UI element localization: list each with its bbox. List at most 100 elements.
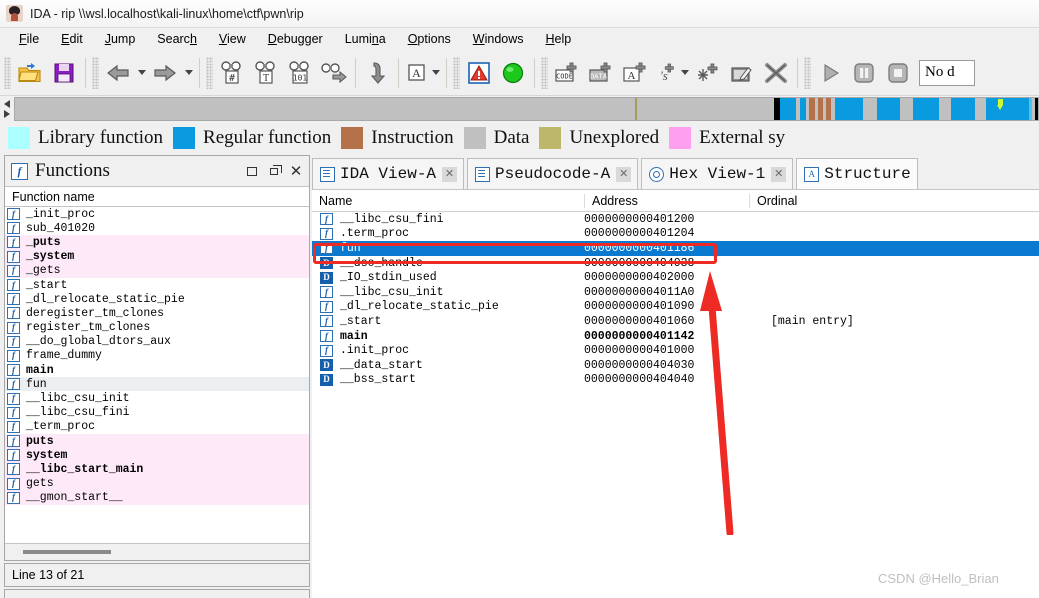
function-list-item[interactable]: f __libc_csu_fini <box>5 406 309 420</box>
debugger-selector[interactable]: No d <box>919 59 975 86</box>
function-list-item[interactable]: f _gets <box>5 263 309 278</box>
open-file-icon[interactable] <box>13 54 47 92</box>
navigate-forward-dropdown-icon[interactable] <box>182 54 195 92</box>
function-list-item[interactable]: f __do_global_dtors_aux <box>5 335 309 349</box>
functions-column-header[interactable]: Function name <box>5 186 309 207</box>
function-list-item[interactable]: f frame_dummy <box>5 349 309 363</box>
edit-function-icon[interactable] <box>725 54 759 92</box>
navigation-band[interactable] <box>14 97 1039 121</box>
navigate-back-icon[interactable] <box>101 54 135 92</box>
table-row[interactable]: f __libc_csu_fini 0000000000401200 <box>312 212 1039 227</box>
jump-down-icon[interactable] <box>360 54 394 92</box>
ascii-string-icon[interactable]: A <box>403 54 429 92</box>
table-row[interactable]: f _start 0000000000401060 [main entry] <box>312 314 1039 329</box>
navigate-forward-icon[interactable] <box>148 54 182 92</box>
menu-jump[interactable]: Jump <box>94 30 147 48</box>
table-row[interactable]: f main 0000000000401142 <box>312 329 1039 344</box>
restore-button[interactable] <box>263 160 285 182</box>
function-list-item[interactable]: f system <box>5 448 309 463</box>
menu-edit[interactable]: Edit <box>50 30 94 48</box>
make-data-icon[interactable]: DATA <box>584 54 618 92</box>
make-struct-icon[interactable] <box>691 54 725 92</box>
nav-right-arrow-icon[interactable] <box>4 110 10 118</box>
functions-list[interactable]: f _init_proc f sub_401020 f _puts f _system f _ge… <box>5 207 309 543</box>
tab-ida-view-a[interactable]: IDA View-A ✕ <box>312 158 465 189</box>
green-run-icon[interactable] <box>496 54 530 92</box>
toolbar-grip-search[interactable] <box>206 56 213 89</box>
table-row[interactable]: D _IO_stdin_used 0000000000402000 <box>312 270 1039 285</box>
table-row[interactable]: D __data_start 0000000000404030 <box>312 358 1039 373</box>
table-row[interactable]: f fun 0000000000401186 <box>312 241 1039 256</box>
menu-help[interactable]: Help <box>535 30 583 48</box>
tab-label: Pseudocode-A <box>495 165 611 183</box>
make-ascii-icon[interactable]: A <box>618 54 652 92</box>
menu-debugger[interactable]: Debugger <box>257 30 334 48</box>
make-struct-var-dropdown-icon[interactable] <box>678 54 691 92</box>
function-list-item[interactable]: f __libc_csu_init <box>5 391 309 405</box>
function-list-item[interactable]: f fun <box>5 377 309 392</box>
function-list-item[interactable]: f _start <box>5 278 309 292</box>
column-header-ordinal[interactable]: Ordinal <box>749 193 949 208</box>
function-list-item[interactable]: f register_tm_clones <box>5 321 309 335</box>
table-row[interactable]: f .init_proc 0000000000401000 <box>312 343 1039 358</box>
function-list-item[interactable]: f __gmon_start__ <box>5 490 309 505</box>
functions-horizontal-scrollbar[interactable] <box>5 543 309 560</box>
column-header-name[interactable]: Name <box>312 194 584 208</box>
tab-pseudocode-a[interactable]: Pseudocode-A ✕ <box>467 158 639 189</box>
function-list-item[interactable]: f main <box>5 363 309 377</box>
toolbar-grip[interactable] <box>4 56 11 89</box>
tab-close-icon[interactable]: ✕ <box>616 166 632 182</box>
function-list-item[interactable]: f _puts <box>5 235 309 250</box>
table-row[interactable]: f __libc_csu_init 00000000004011A0 <box>312 285 1039 300</box>
table-row[interactable]: D __dso_handle 0000000000404038 <box>312 256 1039 271</box>
navigate-back-dropdown-icon[interactable] <box>135 54 148 92</box>
menu-view[interactable]: View <box>208 30 257 48</box>
save-file-icon[interactable] <box>47 54 81 92</box>
tab-close-icon[interactable]: ✕ <box>442 166 458 182</box>
toolbar-grip-debug[interactable] <box>804 56 811 89</box>
function-list-item[interactable]: f gets <box>5 476 309 491</box>
title-bar: IDA - rip \\wsl.localhost\kali-linux\hom… <box>0 0 1039 28</box>
make-code-icon[interactable]: CODE <box>550 54 584 92</box>
make-struct-var-icon[interactable]: 's <box>652 54 678 92</box>
table-row[interactable]: D __bss_start 0000000000404040 <box>312 373 1039 388</box>
tab-hex-view-1[interactable]: Hex View-1 ✕ <box>641 158 794 189</box>
warning-icon[interactable] <box>462 54 496 92</box>
tab-structure[interactable]: Structure <box>796 158 918 189</box>
function-list-item[interactable]: f _term_proc <box>5 420 309 434</box>
close-button[interactable]: ✕ <box>285 160 307 182</box>
nav-left-arrow-icon[interactable] <box>4 100 10 108</box>
menu-file[interactable]: File <box>8 30 50 48</box>
column-header-address[interactable]: Address <box>584 193 749 208</box>
menu-options[interactable]: Options <box>397 30 462 48</box>
run-icon[interactable] <box>813 54 847 92</box>
tab-close-icon[interactable]: ✕ <box>771 166 787 182</box>
scrollbar-thumb[interactable] <box>23 550 111 554</box>
function-list-item[interactable]: f _system <box>5 249 309 264</box>
function-list-item[interactable]: f __libc_start_main <box>5 462 309 477</box>
names-table-body[interactable]: f __libc_csu_fini 0000000000401200 f .term_p… <box>312 212 1039 387</box>
toolbar-grip-analysis[interactable] <box>453 56 460 89</box>
minimize-button[interactable] <box>241 160 263 182</box>
search-next-icon[interactable] <box>317 54 351 92</box>
delete-icon[interactable] <box>759 54 793 92</box>
function-list-item[interactable]: f _dl_relocate_static_pie <box>5 292 309 306</box>
function-list-item[interactable]: f sub_401020 <box>5 221 309 235</box>
search-immediate-icon[interactable]: 101 <box>283 54 317 92</box>
menu-windows[interactable]: Windows <box>462 30 535 48</box>
search-text-icon[interactable]: T <box>249 54 283 92</box>
toolbar-grip-nav[interactable] <box>92 56 99 89</box>
pause-icon[interactable] <box>847 54 881 92</box>
function-list-item[interactable]: f _init_proc <box>5 207 309 221</box>
ascii-dropdown-icon[interactable] <box>429 54 442 92</box>
table-row[interactable]: f _dl_relocate_static_pie 0000000000401090 <box>312 300 1039 315</box>
function-list-item[interactable]: f deregister_tm_clones <box>5 306 309 320</box>
table-row[interactable]: f .term_proc 0000000000401204 <box>312 227 1039 242</box>
menu-lumina[interactable]: Lumina <box>334 30 397 48</box>
function-list-item[interactable]: f puts <box>5 434 309 449</box>
stop-icon[interactable] <box>881 54 915 92</box>
search-hex-icon[interactable]: # <box>215 54 249 92</box>
toolbar-grip-edit[interactable] <box>541 56 548 89</box>
nav-band-scroll-arrows[interactable] <box>0 96 14 122</box>
menu-search[interactable]: Search <box>146 30 208 48</box>
